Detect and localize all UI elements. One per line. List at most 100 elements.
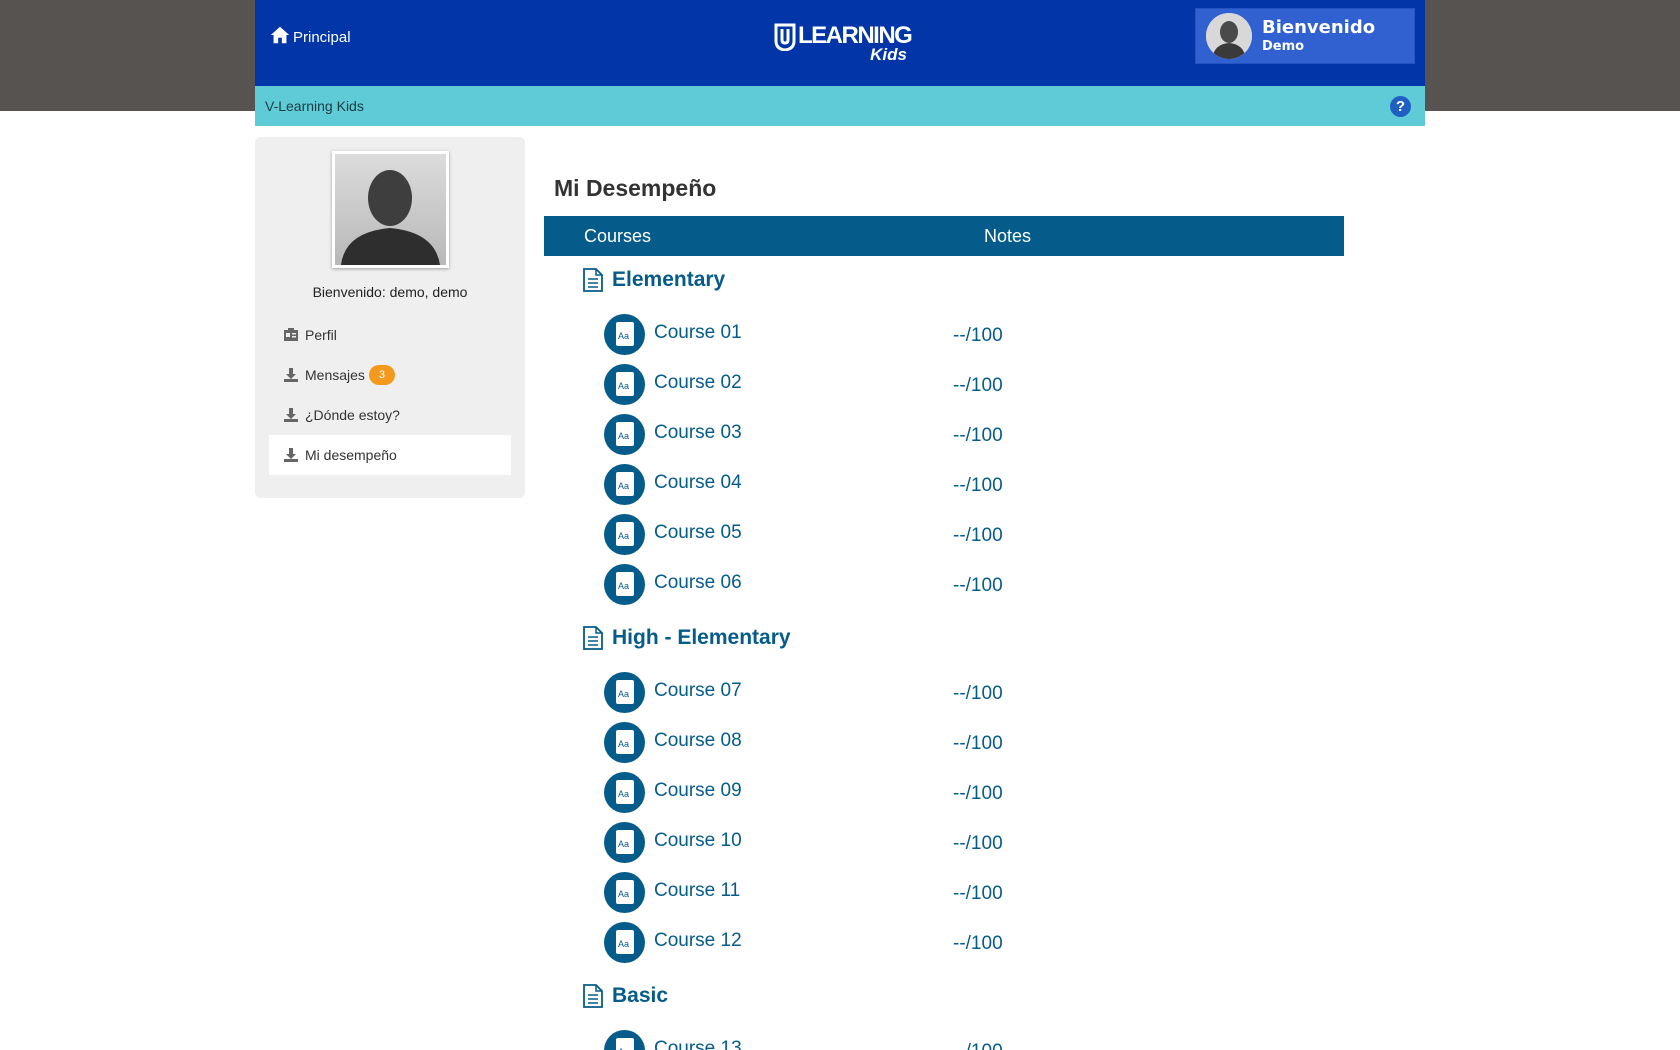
welcome-user: Demo: [1262, 39, 1305, 54]
course-group-header: High - Elementary: [544, 614, 1344, 662]
book-icon: Aa: [616, 830, 634, 854]
course-book-icon[interactable]: Aa: [604, 872, 645, 913]
course-name-link[interactable]: Course 09: [654, 780, 742, 802]
course-name-link[interactable]: Course 06: [654, 572, 742, 594]
course-book-icon[interactable]: Aa: [604, 564, 645, 605]
course-group-header: Elementary: [544, 256, 1344, 304]
download-icon: [284, 408, 298, 422]
book-icon-text: Aa: [618, 331, 630, 341]
book-icon: Aa: [616, 372, 634, 396]
book-icon: Aa: [616, 730, 634, 754]
course-book-icon[interactable]: Aa: [604, 772, 645, 813]
book-icon: Aa: [616, 930, 634, 954]
sidebar: Bienvenido: demo, demo Perfil Mensajes 3…: [255, 137, 525, 498]
book-icon: Aa: [616, 522, 634, 546]
document-icon: [583, 984, 603, 1008]
column-header-courses: Courses: [584, 226, 652, 246]
course-row: Aa Course 02 --/100: [544, 359, 1344, 409]
course-name-link[interactable]: Course 07: [654, 680, 742, 702]
course-book-icon[interactable]: Aa: [604, 364, 645, 405]
sidebar-item-label: Mensajes: [305, 367, 365, 383]
book-icon: Aa: [616, 422, 634, 446]
book-icon-text: Aa: [618, 581, 630, 591]
sidebar-item-label: Perfil: [305, 327, 337, 343]
course-row: Aa Course 13 --/100: [544, 1025, 1344, 1050]
book-icon-text: Aa: [618, 889, 630, 899]
course-book-icon[interactable]: Aa: [604, 1030, 645, 1050]
help-icon[interactable]: ?: [1390, 96, 1411, 117]
course-note: --/100: [953, 525, 1003, 546]
book-icon-text: Aa: [618, 381, 630, 391]
course-name-link[interactable]: Course 01: [654, 322, 742, 344]
logo-shield-icon: [774, 23, 796, 51]
book-icon: Aa: [616, 880, 634, 904]
sidebar-item-mensajes[interactable]: Mensajes 3: [269, 355, 511, 395]
course-group-header: Basic: [544, 972, 1344, 1020]
course-book-icon[interactable]: Aa: [604, 822, 645, 863]
course-book-icon[interactable]: Aa: [604, 414, 645, 455]
user-silhouette-icon: [335, 154, 446, 265]
course-name-link[interactable]: Course 12: [654, 930, 742, 952]
course-book-icon[interactable]: Aa: [604, 464, 645, 505]
home-icon: [270, 26, 290, 44]
course-groups: Elementary Aa Course 01 --/100 Aa Course 02 --…: [544, 256, 1344, 1050]
column-header-notes: Notes: [984, 226, 1032, 246]
book-icon-text: Aa: [618, 789, 630, 799]
book-icon-text: Aa: [618, 739, 630, 749]
course-row: Aa Course 05 --/100: [544, 509, 1344, 559]
course-note: --/100: [953, 933, 1003, 954]
course-book-icon[interactable]: Aa: [604, 722, 645, 763]
book-icon-text: Aa: [618, 839, 630, 849]
course-name-link[interactable]: Course 03: [654, 422, 742, 444]
course-name-link[interactable]: Course 10: [654, 830, 742, 852]
book-icon: Aa: [616, 572, 634, 596]
course-list: Aa Course 13 --/100: [544, 1020, 1344, 1050]
sidebar-item-donde-estoy[interactable]: ¿Dónde estoy?: [269, 395, 511, 435]
avatar: [1206, 13, 1252, 59]
course-name-link[interactable]: Course 08: [654, 730, 742, 752]
home-label: Principal: [293, 29, 351, 46]
course-note: --/100: [953, 375, 1003, 396]
course-name-link[interactable]: Course 04: [654, 472, 742, 494]
course-book-icon[interactable]: Aa: [604, 314, 645, 355]
course-book-icon[interactable]: Aa: [604, 514, 645, 555]
course-group-name: Elementary: [612, 268, 726, 291]
course-row: Aa Course 06 --/100: [544, 559, 1344, 609]
download-icon: [284, 368, 298, 382]
book-icon-text: Aa: [618, 431, 630, 441]
sub-navigation-bar: V-Learning Kids ?: [255, 86, 1425, 126]
profile-icon: [284, 328, 298, 341]
course-name-link[interactable]: Course 02: [654, 372, 742, 394]
course-group-name: Basic: [612, 984, 669, 1007]
book-icon-text: Aa: [618, 531, 630, 541]
course-note: --/100: [953, 425, 1003, 446]
course-list: Aa Course 07 --/100 Aa Course 08 --/100 Aa Cour…: [544, 662, 1344, 972]
course-note: --/100: [953, 833, 1003, 854]
course-row: Aa Course 04 --/100: [544, 459, 1344, 509]
book-icon: Aa: [616, 472, 634, 496]
course-name-link[interactable]: Course 13: [654, 1038, 742, 1050]
user-welcome-box[interactable]: Bienvenido Demo: [1195, 8, 1415, 64]
sidebar-item-mi-desempeno[interactable]: Mi desempeño: [269, 435, 511, 475]
home-link[interactable]: Principal: [269, 24, 351, 46]
page-title: Mi Desempeño: [554, 175, 717, 201]
sidebar-item-perfil[interactable]: Perfil: [269, 315, 511, 355]
course-book-icon[interactable]: Aa: [604, 922, 645, 963]
book-icon: Aa: [616, 1038, 634, 1050]
course-row: Aa Course 10 --/100: [544, 817, 1344, 867]
course-note: --/100: [953, 575, 1003, 596]
course-note: --/100: [953, 325, 1003, 346]
course-row: Aa Course 01 --/100: [544, 309, 1344, 359]
course-name-link[interactable]: Course 05: [654, 522, 742, 544]
document-icon: [583, 268, 603, 292]
course-note: --/100: [953, 883, 1003, 904]
course-book-icon[interactable]: Aa: [604, 672, 645, 713]
course-note: --/100: [953, 733, 1003, 754]
course-row: Aa Course 07 --/100: [544, 667, 1344, 717]
book-icon: Aa: [616, 780, 634, 804]
course-row: Aa Course 03 --/100: [544, 409, 1344, 459]
course-name-link[interactable]: Course 11: [654, 880, 740, 902]
book-icon: Aa: [616, 322, 634, 346]
course-note: --/100: [953, 1041, 1003, 1050]
sidebar-menu: Perfil Mensajes 3 ¿Dónde estoy? Mi desem…: [269, 315, 511, 475]
